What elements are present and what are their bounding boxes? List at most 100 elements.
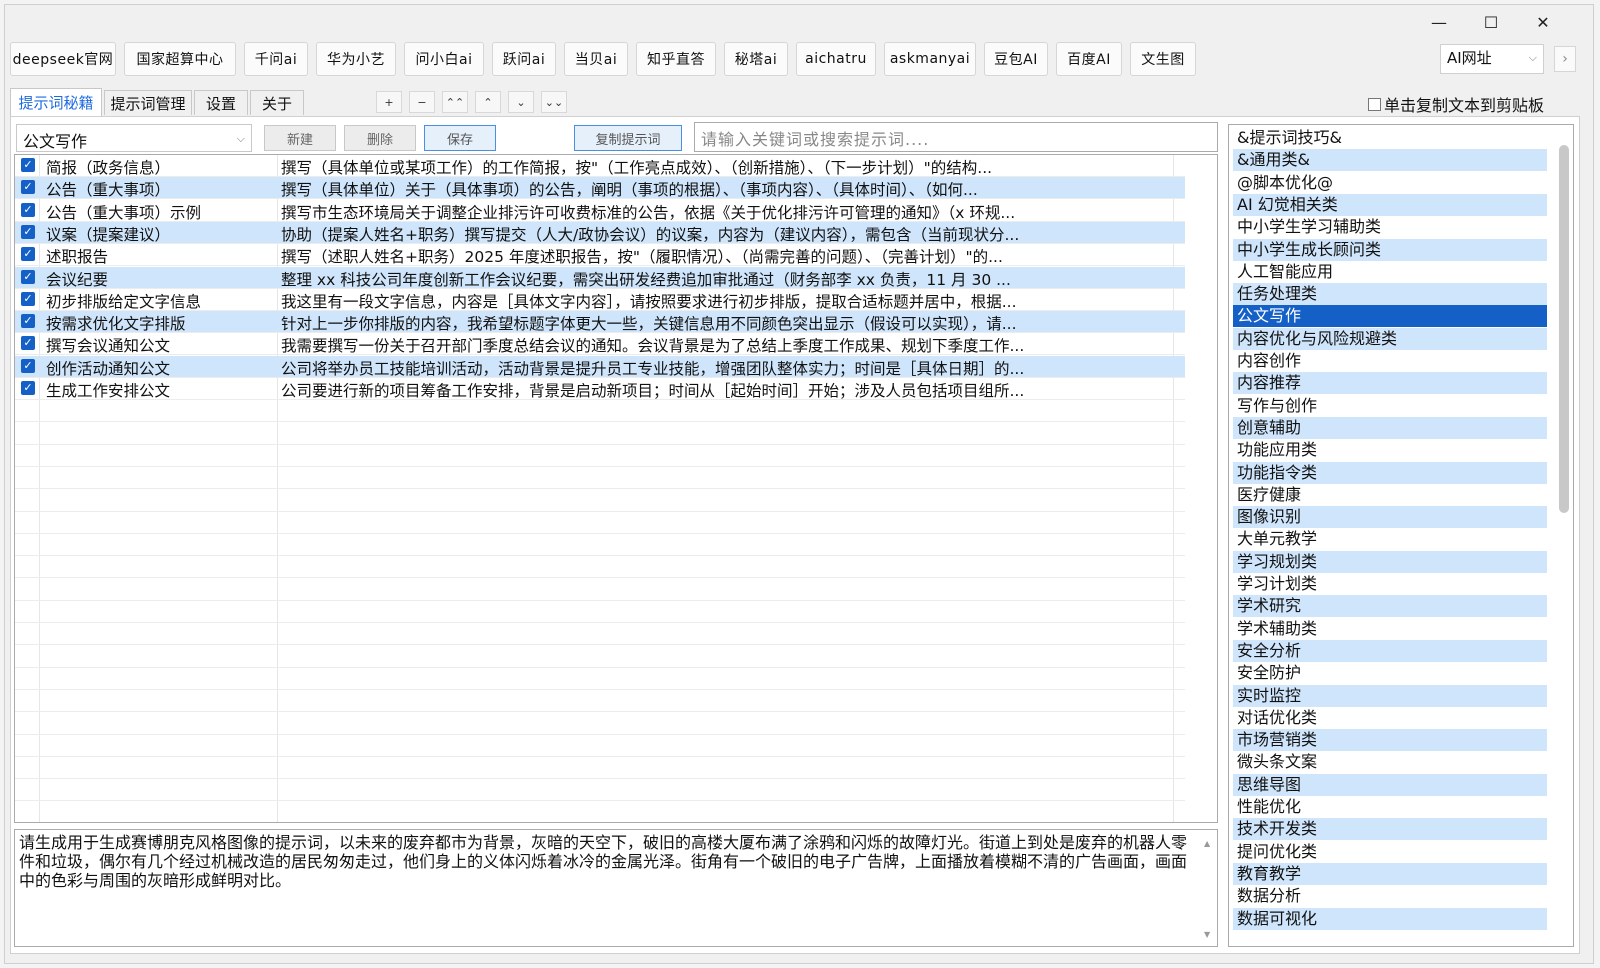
category-item[interactable]: AI 幻觉相关类 bbox=[1233, 193, 1547, 216]
category-item[interactable]: 数据可视化 bbox=[1233, 907, 1547, 930]
table-row[interactable]: ✓ 撰写会议通知公文 我需要撰写一份关于召开部门季度总结会议的通知。会议背景是为了总… bbox=[15, 333, 1185, 356]
move-up-button[interactable]: ⌃ bbox=[475, 91, 501, 113]
link-button-zhihu[interactable]: 知乎直答 bbox=[636, 42, 716, 76]
category-item[interactable]: @脚本优化@ bbox=[1233, 172, 1547, 194]
category-item[interactable]: 学术研究 bbox=[1233, 595, 1547, 618]
category-item[interactable]: 市场营销类 bbox=[1233, 729, 1547, 752]
category-item[interactable]: 大单元教学 bbox=[1233, 528, 1547, 550]
tab-prompt-management[interactable]: 提示词管理 bbox=[104, 90, 192, 115]
row-checkbox[interactable]: ✓ bbox=[21, 158, 35, 172]
row-checkbox[interactable]: ✓ bbox=[21, 336, 35, 351]
category-item[interactable]: 思维导图 bbox=[1233, 773, 1547, 796]
category-item[interactable]: 学术辅助类 bbox=[1233, 618, 1547, 640]
category-item[interactable]: 数据分析 bbox=[1233, 885, 1547, 907]
search-input[interactable]: 请输入关键词或搜索提示词.... bbox=[694, 122, 1218, 152]
delete-button[interactable]: 删除 bbox=[344, 125, 416, 151]
tab-settings[interactable]: 设置 bbox=[194, 90, 248, 115]
category-item[interactable]: 公文写作 bbox=[1233, 305, 1547, 328]
category-item[interactable]: 内容推荐 bbox=[1233, 372, 1547, 395]
category-select[interactable]: 公文写作 ⌵ bbox=[16, 124, 252, 152]
table-row[interactable]: ✓ 创作活动通知公文 公司将举办员工技能培训活动，活动背景是提升员工专业技能，增强团… bbox=[15, 355, 1185, 378]
category-item[interactable]: 微头条文案 bbox=[1233, 751, 1547, 773]
link-button-wenxiaobai[interactable]: 问小白ai bbox=[404, 42, 484, 76]
row-checkbox[interactable]: ✓ bbox=[21, 358, 35, 373]
category-item[interactable]: 功能指令类 bbox=[1233, 461, 1547, 484]
category-item[interactable]: &提示词技巧& bbox=[1233, 127, 1547, 149]
minimize-button[interactable]: — bbox=[1413, 5, 1465, 39]
category-item[interactable]: 性能优化 bbox=[1233, 796, 1547, 818]
link-button-qianwen[interactable]: 千问ai bbox=[244, 42, 308, 76]
category-item[interactable]: &通用类& bbox=[1233, 149, 1547, 172]
table-row[interactable]: ✓ 会议纪要 整理 xx 科技公司年度创新工作会议纪要，需突出研发经费追加审批通过（… bbox=[15, 266, 1185, 289]
remove-row-button[interactable]: − bbox=[409, 91, 435, 113]
category-item[interactable]: 图像识别 bbox=[1233, 506, 1547, 529]
table-row[interactable]: ✓ 公告（重大事项）示例 撰写市生态环境局关于调整企业排污许可收费标准的公告，依据《… bbox=[15, 200, 1185, 222]
table-row[interactable]: ✓ 简报（政务信息） 撰写（具体单位或某项工作）的工作简报，按"（工作亮点成效）、（… bbox=[15, 155, 1185, 177]
ai-url-select[interactable]: AI网址 ⌵ bbox=[1440, 44, 1544, 74]
link-button-mita[interactable]: 秘塔ai bbox=[724, 42, 788, 76]
category-item[interactable]: 功能应用类 bbox=[1233, 439, 1547, 461]
category-item[interactable]: 任务处理类 bbox=[1233, 283, 1547, 306]
link-button-supercomputing[interactable]: 国家超算中心 bbox=[124, 42, 236, 76]
copy-prompt-button[interactable]: 复制提示词 bbox=[574, 125, 682, 151]
table-row[interactable]: ✓ 议案（提案建议） 协助（提案人姓名+职务）撰写提交（人大/政协会议）的议案，内容… bbox=[15, 221, 1185, 244]
link-button-yuewen[interactable]: 跃问ai bbox=[492, 42, 556, 76]
link-button-askmanyai[interactable]: askmanyai bbox=[884, 42, 976, 76]
tab-prompt-secrets[interactable]: 提示词秘籍 bbox=[10, 88, 102, 116]
link-button-baidu[interactable]: 百度AI bbox=[1056, 42, 1122, 76]
category-item[interactable]: 学习规划类 bbox=[1233, 550, 1547, 573]
copy-to-clipboard-checkbox[interactable]: 单击复制文本到剪贴板 bbox=[1368, 92, 1544, 116]
link-button-doubao[interactable]: 豆包AI bbox=[984, 42, 1048, 76]
row-checkbox[interactable]: ✓ bbox=[21, 269, 35, 284]
category-item[interactable]: 安全分析 bbox=[1233, 639, 1547, 662]
preview-scrollbar[interactable]: ▲ ▼ bbox=[1204, 834, 1214, 944]
move-down-button[interactable]: ⌄ bbox=[508, 91, 534, 113]
chevron-right-icon[interactable]: › bbox=[1554, 46, 1576, 72]
row-checkbox[interactable]: ✓ bbox=[21, 247, 35, 262]
move-bottom-button[interactable]: ⌄⌄ bbox=[541, 91, 567, 113]
scroll-up-icon[interactable]: ▲ bbox=[1204, 834, 1214, 853]
table-row[interactable]: ✓ 公告（重大事项） 撰写（具体单位）关于（具体事项）的公告，阐明（事项的根据）、（… bbox=[15, 177, 1185, 200]
table-row[interactable]: ✓ 按需求优化文字排版 针对上一步你排版的内容，我希望标题字体更大一些，关键信息用不… bbox=[15, 311, 1185, 334]
category-item[interactable]: 内容创作 bbox=[1233, 350, 1547, 372]
prompt-preview-textarea[interactable]: 请生成用于生成赛博朋克风格图像的提示词，以未来的废弃都市为背景，灰暗的天空下，破… bbox=[14, 829, 1218, 947]
table-row[interactable]: ✓ 述职报告 撰写（述职人姓名+职务）2025 年度述职报告，按"（履职情况）、（尚… bbox=[15, 244, 1185, 267]
link-button-xiaoyi[interactable]: 华为小艺 bbox=[316, 42, 396, 76]
category-item[interactable]: 内容优化与风险规避类 bbox=[1233, 327, 1547, 350]
category-item[interactable]: 中小学生学习辅助类 bbox=[1233, 216, 1547, 238]
category-item[interactable]: 实时监控 bbox=[1233, 684, 1547, 707]
link-button-aichatru[interactable]: aichatru bbox=[796, 42, 876, 76]
move-top-button[interactable]: ⌃⌃ bbox=[442, 91, 468, 113]
category-item[interactable]: 对话优化类 bbox=[1233, 707, 1547, 729]
link-button-text-to-image[interactable]: 文生图 bbox=[1130, 42, 1196, 76]
category-item[interactable]: 人工智能应用 bbox=[1233, 261, 1547, 283]
row-checkbox[interactable]: ✓ bbox=[21, 180, 35, 195]
category-item[interactable]: 医疗健康 bbox=[1233, 484, 1547, 506]
table-row[interactable]: ✓ 初步排版给定文字信息 我这里有一段文字信息，内容是［具体文字内容］，请按照要求进… bbox=[15, 289, 1185, 311]
table-row[interactable]: ✓ 生成工作安排公文 公司要进行新的项目筹备工作安排，背景是启动新项目；时间从［起始… bbox=[15, 378, 1185, 400]
category-item[interactable]: 创意辅助 bbox=[1233, 416, 1547, 439]
category-item[interactable]: 提问优化类 bbox=[1233, 841, 1547, 863]
link-button-deepseek[interactable]: deepseek官网 bbox=[10, 42, 116, 76]
category-item[interactable]: 技术开发类 bbox=[1233, 818, 1547, 841]
new-button[interactable]: 新建 bbox=[264, 125, 336, 151]
scroll-down-icon[interactable]: ▼ bbox=[1204, 925, 1210, 944]
category-item[interactable]: 学习计划类 bbox=[1233, 573, 1547, 595]
maximize-button[interactable]: ☐ bbox=[1465, 5, 1517, 39]
save-button[interactable]: 保存 bbox=[424, 125, 496, 151]
row-checkbox[interactable]: ✓ bbox=[21, 202, 35, 217]
tab-about[interactable]: 关于 bbox=[250, 90, 304, 115]
row-checkbox[interactable]: ✓ bbox=[21, 381, 35, 395]
row-checkbox[interactable]: ✓ bbox=[21, 291, 35, 306]
close-button[interactable]: ✕ bbox=[1517, 5, 1569, 39]
row-checkbox[interactable]: ✓ bbox=[21, 224, 35, 239]
category-item[interactable]: 教育教学 bbox=[1233, 862, 1547, 885]
add-row-button[interactable]: + bbox=[376, 91, 402, 113]
link-button-dangbei[interactable]: 当贝ai bbox=[564, 42, 628, 76]
checkbox-box[interactable] bbox=[1368, 97, 1381, 111]
category-list-scrollbar[interactable] bbox=[1559, 145, 1569, 513]
row-checkbox[interactable]: ✓ bbox=[21, 314, 35, 329]
category-item[interactable]: 写作与创作 bbox=[1233, 395, 1547, 417]
category-item[interactable]: 安全防护 bbox=[1233, 662, 1547, 684]
category-item[interactable]: 中小学生成长顾问类 bbox=[1233, 238, 1547, 261]
